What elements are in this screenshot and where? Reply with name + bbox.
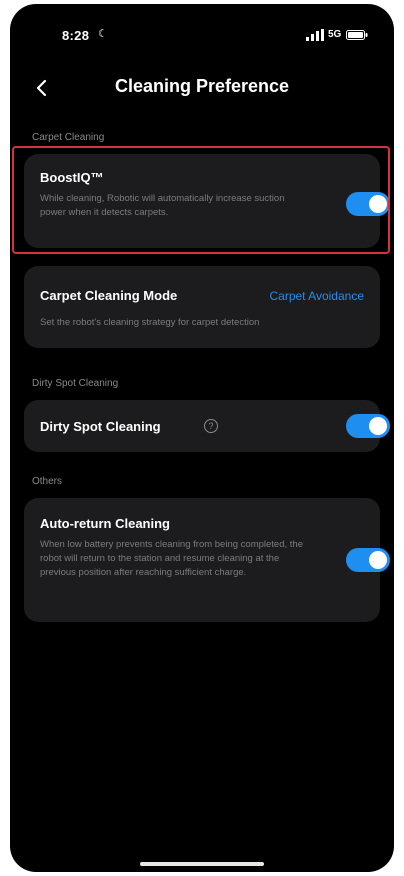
home-indicator[interactable] xyxy=(140,862,264,866)
auto-return-card: Auto-return Cleaning When low battery pr… xyxy=(24,498,390,622)
auto-return-title: Auto-return Cleaning xyxy=(40,516,170,531)
carpet-mode-description: Set the robot's cleaning strategy for ca… xyxy=(40,317,260,328)
signal-icon xyxy=(306,29,324,41)
toggle-knob xyxy=(369,551,387,569)
do-not-disturb-icon: ☾ xyxy=(98,28,108,40)
dirty-spot-toggle[interactable] xyxy=(346,414,390,438)
battery-icon xyxy=(346,30,368,40)
page-title: Cleaning Preference xyxy=(114,76,290,96)
carpet-mode-value[interactable]: Carpet Avoidance xyxy=(269,289,364,303)
section-label-dirty-spot: Dirty Spot Cleaning xyxy=(32,378,119,389)
section-label-carpet: Carpet Cleaning xyxy=(32,132,105,143)
auto-return-description: When low battery prevents cleaning from … xyxy=(40,539,303,578)
status-bar: 8:28 ☾ 5G xyxy=(10,4,394,60)
section-label-others: Others xyxy=(32,476,63,487)
status-time: 8:28 xyxy=(62,28,90,43)
phone-screen: 8:28 ☾ 5G Cleaning Preference Carpet Cle… xyxy=(10,4,394,872)
auto-return-toggle[interactable] xyxy=(346,548,390,572)
carpet-mode-card[interactable]: Carpet Cleaning Mode Carpet Avoidance Se… xyxy=(24,266,380,348)
carpet-mode-title: Carpet Cleaning Mode xyxy=(40,288,178,303)
dirty-spot-title: Dirty Spot Cleaning xyxy=(40,419,161,434)
dirty-spot-card: Dirty Spot Cleaning ? xyxy=(24,400,390,452)
network-type: 5G xyxy=(328,29,342,40)
toggle-knob xyxy=(369,417,387,435)
info-icon[interactable]: ? xyxy=(204,419,218,433)
highlight-box xyxy=(12,146,390,254)
